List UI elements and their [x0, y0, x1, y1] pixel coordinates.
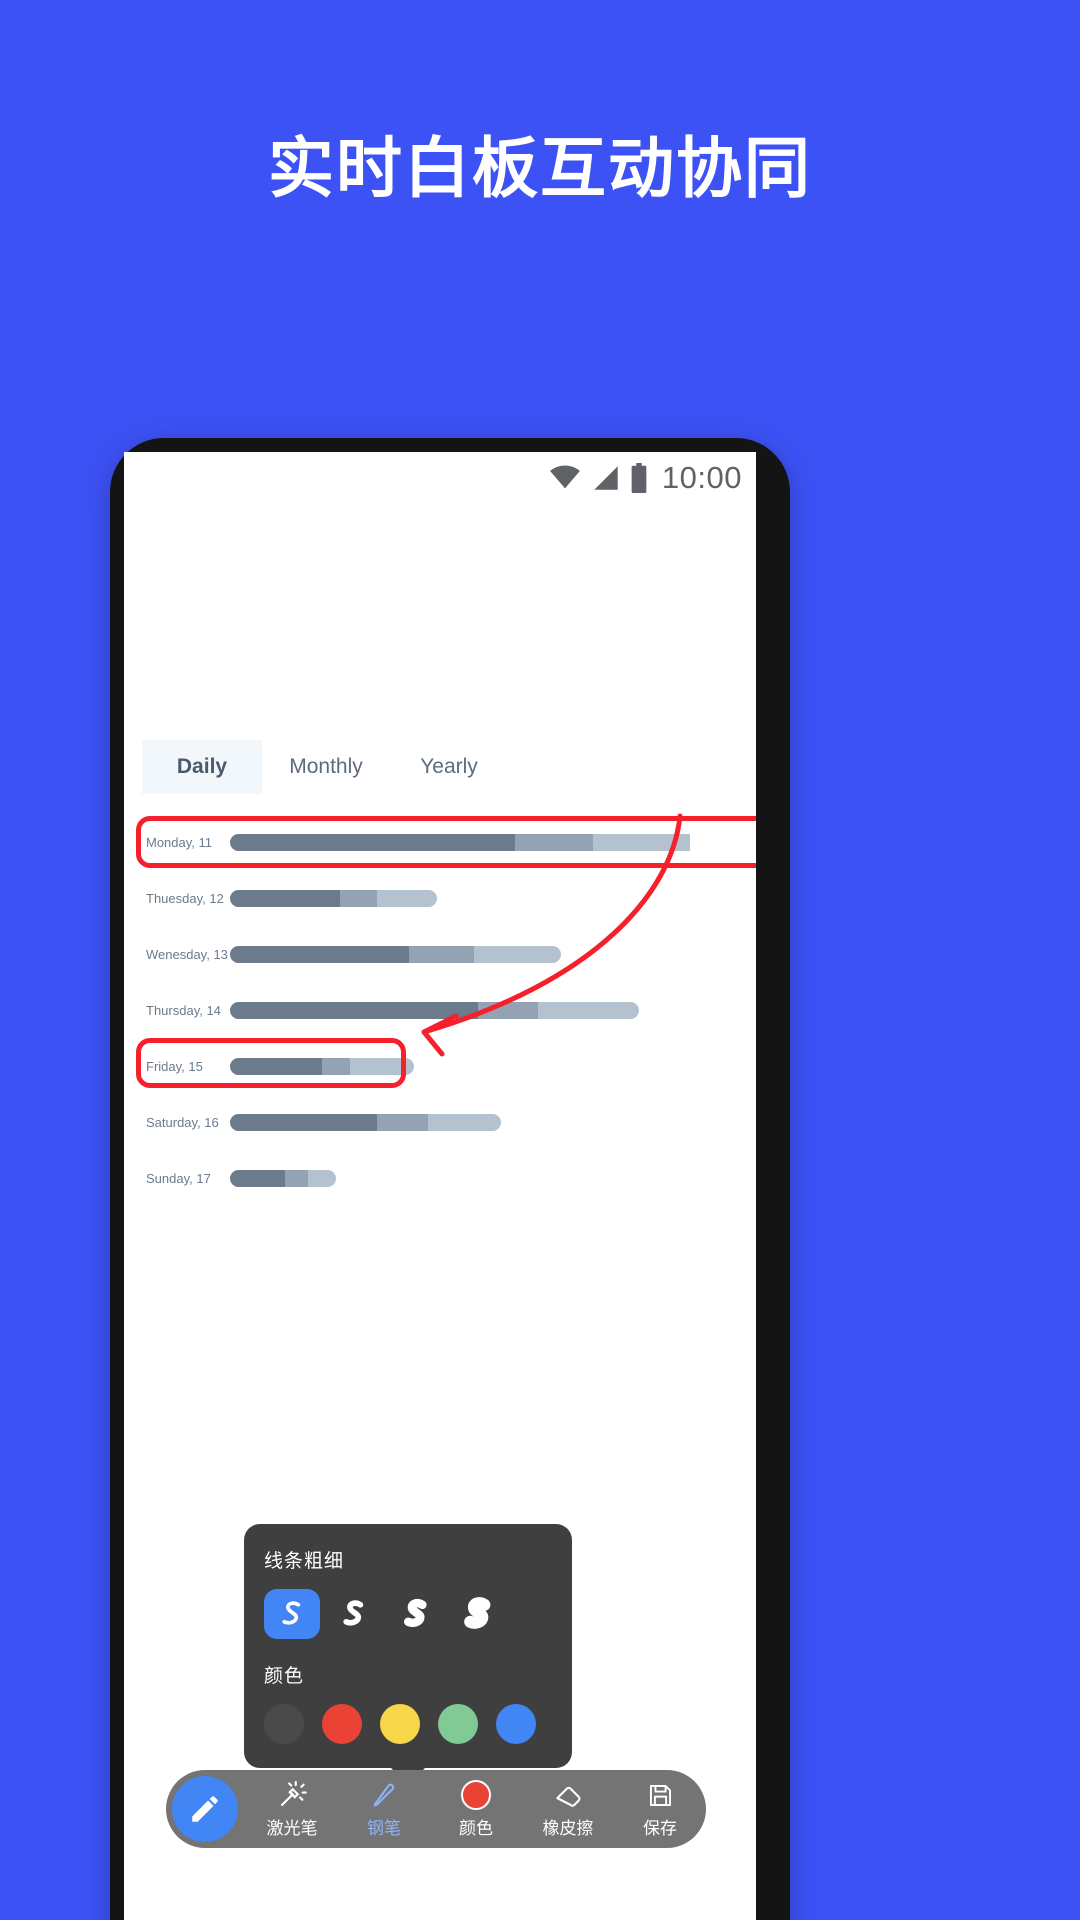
- chart-row-label: Monday, 11: [146, 834, 213, 850]
- bottom-toolbar: 激光笔 钢笔 颜色 橡皮擦 保存: [166, 1770, 706, 1848]
- chart-row-label: Sunday, 17: [146, 1170, 211, 1186]
- chart-bar-segment: [427, 1113, 502, 1131]
- tool-label-save: 保存: [643, 1819, 677, 1838]
- tool-eraser[interactable]: 橡皮擦: [522, 1779, 614, 1839]
- status-clock: 10:00: [661, 460, 742, 495]
- color-green-swatch[interactable]: [438, 1704, 478, 1744]
- color-blue-swatch[interactable]: [496, 1704, 536, 1744]
- chart-bar: [230, 1057, 414, 1075]
- tool-label-color: 颜色: [459, 1819, 493, 1838]
- pencil-icon: [192, 1796, 218, 1822]
- chart-bar: [230, 833, 690, 851]
- color-red-swatch[interactable]: [322, 1704, 362, 1744]
- chart-bar: [230, 1169, 336, 1187]
- chart-bar: [230, 889, 437, 907]
- signal-icon: [594, 466, 618, 490]
- tab-daily[interactable]: Daily: [142, 740, 262, 794]
- chart-row[interactable]: Friday, 15: [124, 1038, 756, 1094]
- phone-screen: 10:00 Daily Monthly Yearly Monday, 11 Thu…: [124, 452, 756, 1920]
- chart-bar-segment: [340, 889, 378, 907]
- chart-row-label: Saturday, 16: [146, 1114, 219, 1130]
- thickness-section-title: 线条粗细: [264, 1551, 345, 1572]
- pencil-fab-button[interactable]: [172, 1776, 238, 1842]
- chart-bar-segment: [285, 1169, 309, 1187]
- chart-row-label: Thursday, 14: [146, 1002, 221, 1018]
- chart-bar: [230, 945, 562, 963]
- chart-bar-segment: [230, 1169, 286, 1187]
- color-yellow-swatch[interactable]: [380, 1704, 420, 1744]
- chart-bar-segment: [593, 833, 690, 851]
- color-section-title: 颜色: [264, 1666, 305, 1687]
- tool-color[interactable]: 颜色: [430, 1779, 522, 1839]
- stroke-very-thick-option[interactable]: [450, 1589, 506, 1639]
- chart-row[interactable]: Sunday, 17: [124, 1150, 756, 1206]
- laser-pen-icon: [277, 1779, 307, 1811]
- tool-save[interactable]: 保存: [614, 1779, 706, 1839]
- thickness-options: [264, 1589, 552, 1639]
- chart-bar-segment: [230, 945, 410, 963]
- color-dot-icon: [461, 1779, 491, 1811]
- chart-row[interactable]: Wenesday, 13: [124, 926, 756, 982]
- tool-laser-pen[interactable]: 激光笔: [246, 1779, 338, 1839]
- chart-row-label: Wenesday, 13: [146, 946, 228, 962]
- chart-bar-segment: [230, 1057, 322, 1075]
- chart-row[interactable]: Thursday, 14: [124, 982, 756, 1038]
- chart-bar-segment: [230, 1113, 378, 1131]
- chart-row-label: Thuesday, 12: [146, 890, 224, 906]
- chart-bar-segment: [515, 833, 594, 851]
- chart-bar-segment: [538, 1001, 640, 1019]
- tool-settings-panel: 线条粗细 颜色: [244, 1524, 572, 1785]
- chart-bar-segment: [349, 1057, 414, 1075]
- color-options: [264, 1704, 552, 1744]
- tool-label-laser-pen: 激光笔: [266, 1819, 318, 1838]
- chart-bar-segment: [473, 945, 562, 963]
- stroke-thin-icon: [282, 1601, 301, 1625]
- stroke-medium-icon: [343, 1600, 364, 1626]
- chart-row[interactable]: Thuesday, 12: [124, 870, 756, 926]
- stroke-very-thick-icon: [464, 1597, 491, 1629]
- battery-icon: [631, 463, 647, 493]
- chart-bar-segment: [377, 889, 437, 907]
- tab-monthly[interactable]: Monthly: [262, 740, 390, 794]
- color-dark-swatch[interactable]: [264, 1704, 304, 1744]
- chart-bar-segment: [230, 1001, 479, 1019]
- stroke-thick-icon: [403, 1598, 427, 1628]
- tool-fountain-pen[interactable]: 钢笔: [338, 1779, 430, 1839]
- chart-bar: [230, 1001, 640, 1019]
- wifi-icon: [549, 465, 580, 489]
- save-icon: [647, 1779, 674, 1811]
- bar-chart: Monday, 11 Thuesday, 12 Wenesday, 13 Thursd…: [124, 814, 756, 1206]
- fountain-pen-icon: [370, 1779, 398, 1811]
- chart-bar-segment: [409, 945, 474, 963]
- period-tabs: Daily Monthly Yearly: [124, 740, 756, 794]
- chart-bar-segment: [377, 1113, 428, 1131]
- chart-bar-segment: [230, 889, 341, 907]
- chart-row[interactable]: Saturday, 16: [124, 1094, 756, 1150]
- eraser-icon: [553, 1779, 583, 1811]
- tool-label-eraser: 橡皮擦: [542, 1819, 594, 1838]
- status-bar: 10:00: [548, 452, 756, 504]
- page-title: 实时白板互动协同: [268, 131, 812, 205]
- stroke-thick-option[interactable]: [388, 1589, 444, 1639]
- chart-bar-segment: [230, 833, 516, 851]
- chart-bar-segment: [322, 1057, 350, 1075]
- chart-row[interactable]: Monday, 11: [124, 814, 756, 870]
- stroke-medium-option[interactable]: [326, 1589, 382, 1639]
- chart-bar: [230, 1113, 502, 1131]
- tool-label-fountain-pen: 钢笔: [367, 1819, 401, 1838]
- chart-row-label: Friday, 15: [146, 1058, 203, 1074]
- chart-bar-segment: [478, 1001, 539, 1019]
- stroke-thin-option[interactable]: [264, 1589, 320, 1639]
- chart-bar-segment: [308, 1169, 336, 1187]
- tab-yearly[interactable]: Yearly: [390, 740, 508, 794]
